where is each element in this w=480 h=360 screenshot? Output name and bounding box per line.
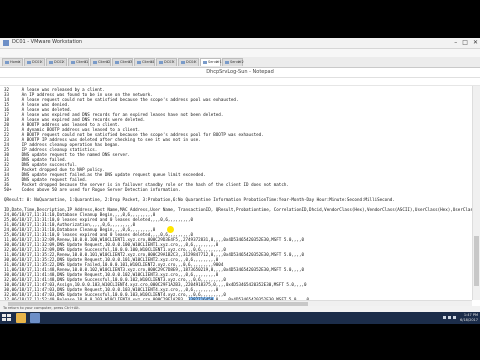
vmware-window: DC01 - VMware Workstation – □ ✕ FileEdit…: [0, 38, 480, 312]
vm-tab[interactable]: Server1 ×: [200, 58, 222, 66]
close-tab-icon[interactable]: ×: [62, 59, 65, 64]
status-text: To return to your computer, press Ctrl+A…: [3, 306, 80, 310]
vmware-title-bar: DC01 - VMware Workstation – □ ✕: [0, 38, 480, 49]
vertical-scrollbar[interactable]: [472, 86, 480, 300]
text-editor[interactable]: 32 A lease was released by a client. 33 A…: [0, 86, 472, 300]
vm-tab[interactable]: DC01 ×: [24, 58, 45, 66]
notepad-title: DhcpSrvLog-Sun - Notepad: [206, 69, 274, 75]
maximize-icon[interactable]: □: [462, 39, 468, 47]
vm-icon: [71, 61, 75, 64]
close-tab-icon[interactable]: ×: [150, 59, 153, 64]
file-explorer-icon[interactable]: [16, 313, 26, 323]
vm-icon: [5, 61, 9, 64]
vm-icon: [181, 61, 185, 64]
close-tab-icon[interactable]: ×: [172, 59, 175, 64]
close-tab-icon[interactable]: ×: [106, 59, 109, 64]
clock-date: 6/18/2017: [460, 318, 478, 322]
mouse-cursor-highlight: [167, 226, 174, 233]
close-tab-icon[interactable]: ×: [128, 59, 131, 64]
vm-icon: [203, 61, 207, 64]
vm-tab[interactable]: Client1 ×: [68, 58, 89, 66]
vm-icon: [93, 61, 97, 64]
text-line: QResult: 0: NoQuarantine, 1:Quarantine, …: [4, 197, 395, 202]
vm-icon: [225, 61, 229, 64]
vmware-taskbar-icon[interactable]: [30, 313, 40, 323]
vm-tab[interactable]: DC02 ×: [46, 58, 67, 66]
vm-tab[interactable]: Home ×: [2, 58, 23, 66]
vmware-menu-bar: FileEditViewVMTabsHelp: [0, 49, 480, 66]
windows-taskbar: 1:47 PM 6/18/2017: [0, 312, 480, 324]
vm-tab[interactable]: Server2 ×: [222, 58, 244, 66]
minimize-icon[interactable]: –: [454, 39, 457, 47]
vm-tab[interactable]: Client2 ×: [90, 58, 111, 66]
volume-icon[interactable]: [448, 316, 451, 319]
start-button-icon[interactable]: [2, 314, 11, 322]
scroll-thumb[interactable]: [474, 236, 479, 286]
notepad-title-bar: DhcpSrvLog-Sun - Notepad: [0, 68, 480, 78]
close-tab-icon[interactable]: ×: [40, 59, 43, 64]
vm-icon: [137, 61, 141, 64]
vm-icon: [49, 61, 53, 64]
clock[interactable]: 1:47 PM 6/18/2017: [460, 313, 478, 323]
system-tray: [443, 316, 456, 319]
vm-tab[interactable]: DC03 ×: [156, 58, 177, 66]
vm-tab[interactable]: Client3 ×: [112, 58, 133, 66]
vmware-title: DC01 - VMware Workstation: [12, 39, 83, 45]
close-tab-icon[interactable]: ×: [216, 59, 219, 64]
vm-tab-strip: Home × DC01 × DC02 × Client1 × Client2 × Client3 × C…: [0, 57, 480, 68]
notepad-menu-bar: FileEditFormatViewHelp: [0, 78, 480, 94]
vm-tab[interactable]: DC04 ×: [178, 58, 199, 66]
close-icon[interactable]: ✕: [473, 39, 478, 47]
close-tab-icon[interactable]: ×: [84, 59, 87, 64]
close-tab-icon[interactable]: ×: [18, 59, 21, 64]
close-tab-icon[interactable]: ×: [238, 59, 241, 64]
vmware-logo-icon: [3, 40, 9, 46]
vm-tab[interactable]: Client4 ×: [134, 58, 155, 66]
network-icon[interactable]: [443, 316, 446, 319]
flag-icon[interactable]: [453, 316, 456, 319]
taskbar-background: 1:47 PM 6/18/2017: [0, 312, 480, 324]
vm-icon: [159, 61, 163, 64]
close-tab-icon[interactable]: ×: [194, 59, 197, 64]
text-line: 50+ Codes above 50 are used for Rogue Se…: [4, 187, 181, 192]
vm-icon: [27, 61, 31, 64]
vm-icon: [115, 61, 119, 64]
